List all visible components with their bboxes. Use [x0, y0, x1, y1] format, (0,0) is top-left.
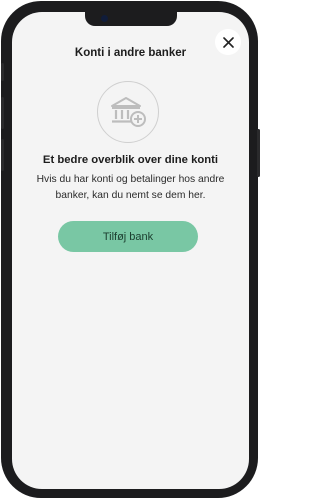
- power-button: [257, 129, 260, 177]
- bank-illustration: [97, 81, 159, 143]
- volume-down-button: [1, 139, 4, 171]
- description-text: Hvis du har konti og betalinger hos andr…: [36, 174, 225, 201]
- camera-icon: [100, 15, 108, 22]
- notch: [84, 12, 177, 26]
- close-button[interactable]: [215, 29, 241, 55]
- add-bank-button[interactable]: Tilføj bank: [58, 221, 198, 252]
- close-icon: [222, 36, 234, 48]
- bank-add-icon: [111, 97, 146, 127]
- phone-frame: Konti i andre banker Et bedre overblik o…: [1, 1, 260, 498]
- headline: Et bedre overblik over dine konti: [42, 154, 219, 166]
- silent-switch: [1, 63, 4, 81]
- page-title: Konti i andre banker: [74, 47, 187, 59]
- volume-up-button: [1, 97, 4, 129]
- screen: Konti i andre banker Et bedre overblik o…: [12, 12, 249, 489]
